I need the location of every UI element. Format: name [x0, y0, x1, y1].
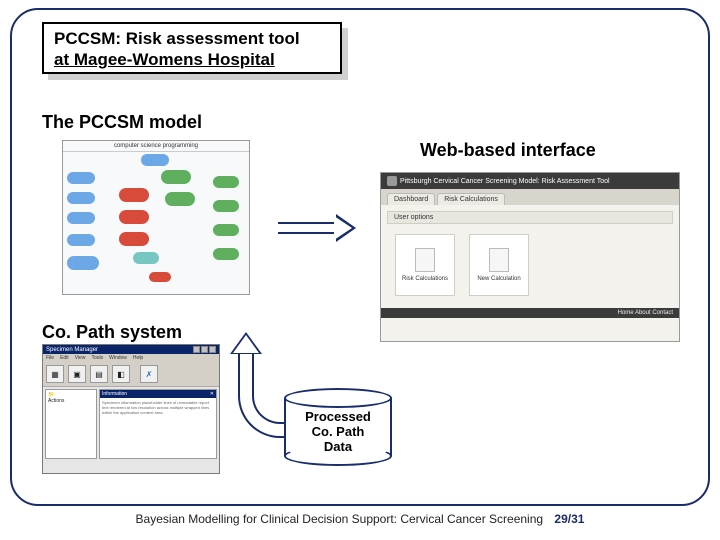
label-copath: Co. Path system [42, 322, 182, 343]
graph-node [165, 192, 195, 206]
toolbar-icon[interactable]: ✗ [140, 365, 158, 383]
web-card-risk[interactable]: Risk Calculations [395, 234, 455, 296]
toolbar-icon[interactable]: ▣ [68, 365, 86, 383]
web-tabs: Dashboard Risk Calculations [381, 189, 679, 205]
web-section-header: User options [387, 211, 673, 224]
menu-item[interactable]: Window [109, 355, 127, 361]
copath-panel: Specimen Manager File Edit View Tools Wi… [42, 344, 220, 474]
graph-node [161, 170, 191, 184]
menu-item[interactable]: View [75, 355, 86, 361]
copath-title-text: Specimen Manager [46, 347, 98, 353]
web-card-new[interactable]: New Calculation [469, 234, 529, 296]
web-brand-bar: Pittsburgh Cervical Cancer Screening Mod… [381, 173, 679, 189]
copath-main: Information✕ Specimen information placeh… [99, 389, 217, 459]
graph-node [213, 224, 239, 236]
graph-node [141, 154, 169, 166]
toolbar-icon[interactable]: ◧ [112, 365, 130, 383]
menu-item[interactable]: File [46, 355, 54, 361]
tree-root-label: Actions [48, 398, 94, 404]
web-brand-title: Pittsburgh Cervical Cancer Screening Mod… [400, 178, 610, 185]
graph-node [149, 272, 171, 282]
clipboard-icon [415, 248, 435, 272]
web-tab-risk[interactable]: Risk Calculations [437, 193, 505, 205]
toolbar-icon[interactable]: ▦ [46, 365, 64, 383]
web-tab-dashboard[interactable]: Dashboard [387, 193, 435, 205]
model-graph-panel: computer science programming [62, 140, 250, 295]
graph-node [119, 210, 149, 224]
copath-menubar: File Edit View Tools Window Help [43, 354, 219, 362]
close-icon[interactable] [209, 346, 216, 353]
graph-node [213, 176, 239, 188]
web-brand-logo [387, 176, 397, 186]
copath-toolbar: ▦ ▣ ▤ ◧ ✗ [43, 362, 219, 387]
title-box: PCCSM: Risk assessment tool at Magee-Wom… [42, 22, 342, 74]
web-cards: Risk Calculations New Calculation [381, 226, 679, 308]
graph-node [213, 200, 239, 212]
graph-node [67, 172, 95, 184]
footer-text: Bayesian Modelling for Clinical Decision… [136, 512, 544, 526]
graph-node [119, 188, 149, 202]
web-card-new-label: New Calculation [477, 276, 520, 282]
arrow-right-icon [278, 214, 358, 242]
cylinder-label: Processed Co. Path Data [284, 410, 392, 455]
menu-item[interactable]: Edit [60, 355, 69, 361]
graph-node [213, 248, 239, 260]
graph-node [133, 252, 159, 264]
slide-footer: Bayesian Modelling for Clinical Decision… [0, 512, 720, 526]
title-line1: PCCSM: Risk assessment tool [54, 28, 330, 49]
web-interface-panel: Pittsburgh Cervical Cancer Screening Mod… [380, 172, 680, 342]
web-footer: Home About Contact [381, 308, 679, 318]
document-icon [489, 248, 509, 272]
graph-node [119, 232, 149, 246]
footer-page-number: 29/31 [554, 512, 584, 526]
menu-item[interactable]: Help [133, 355, 143, 361]
copath-titlebar: Specimen Manager [43, 345, 219, 354]
copath-text-block: Specimen information placeholder lines o… [102, 400, 214, 415]
cyl-l1: Processed [284, 410, 392, 425]
graph-node [67, 192, 95, 204]
label-model: The PCCSM model [42, 112, 202, 133]
graph-node [67, 234, 95, 246]
web-card-risk-label: Risk Calculations [402, 276, 448, 282]
cyl-l3: Data [284, 440, 392, 455]
model-graph-body [63, 152, 249, 294]
title-line2: at Magee-Womens Hospital [54, 49, 330, 70]
menu-item[interactable]: Tools [91, 355, 103, 361]
cyl-l2: Co. Path [284, 425, 392, 440]
window-controls [193, 346, 216, 353]
graph-node [67, 256, 99, 270]
copath-main-header: Information✕ [100, 390, 216, 398]
title-content: PCCSM: Risk assessment tool at Magee-Wom… [42, 22, 342, 74]
data-cylinder: Processed Co. Path Data [284, 388, 392, 466]
copath-tree[interactable]: 📁 Actions [45, 389, 97, 459]
toolbar-icon[interactable]: ▤ [90, 365, 108, 383]
copath-body: 📁 Actions Information✕ Specimen informat… [43, 387, 219, 461]
graph-node [67, 212, 95, 224]
label-web: Web-based interface [420, 140, 596, 161]
maximize-icon[interactable] [201, 346, 208, 353]
model-graph-title: computer science programming [63, 141, 249, 152]
minimize-icon[interactable] [193, 346, 200, 353]
